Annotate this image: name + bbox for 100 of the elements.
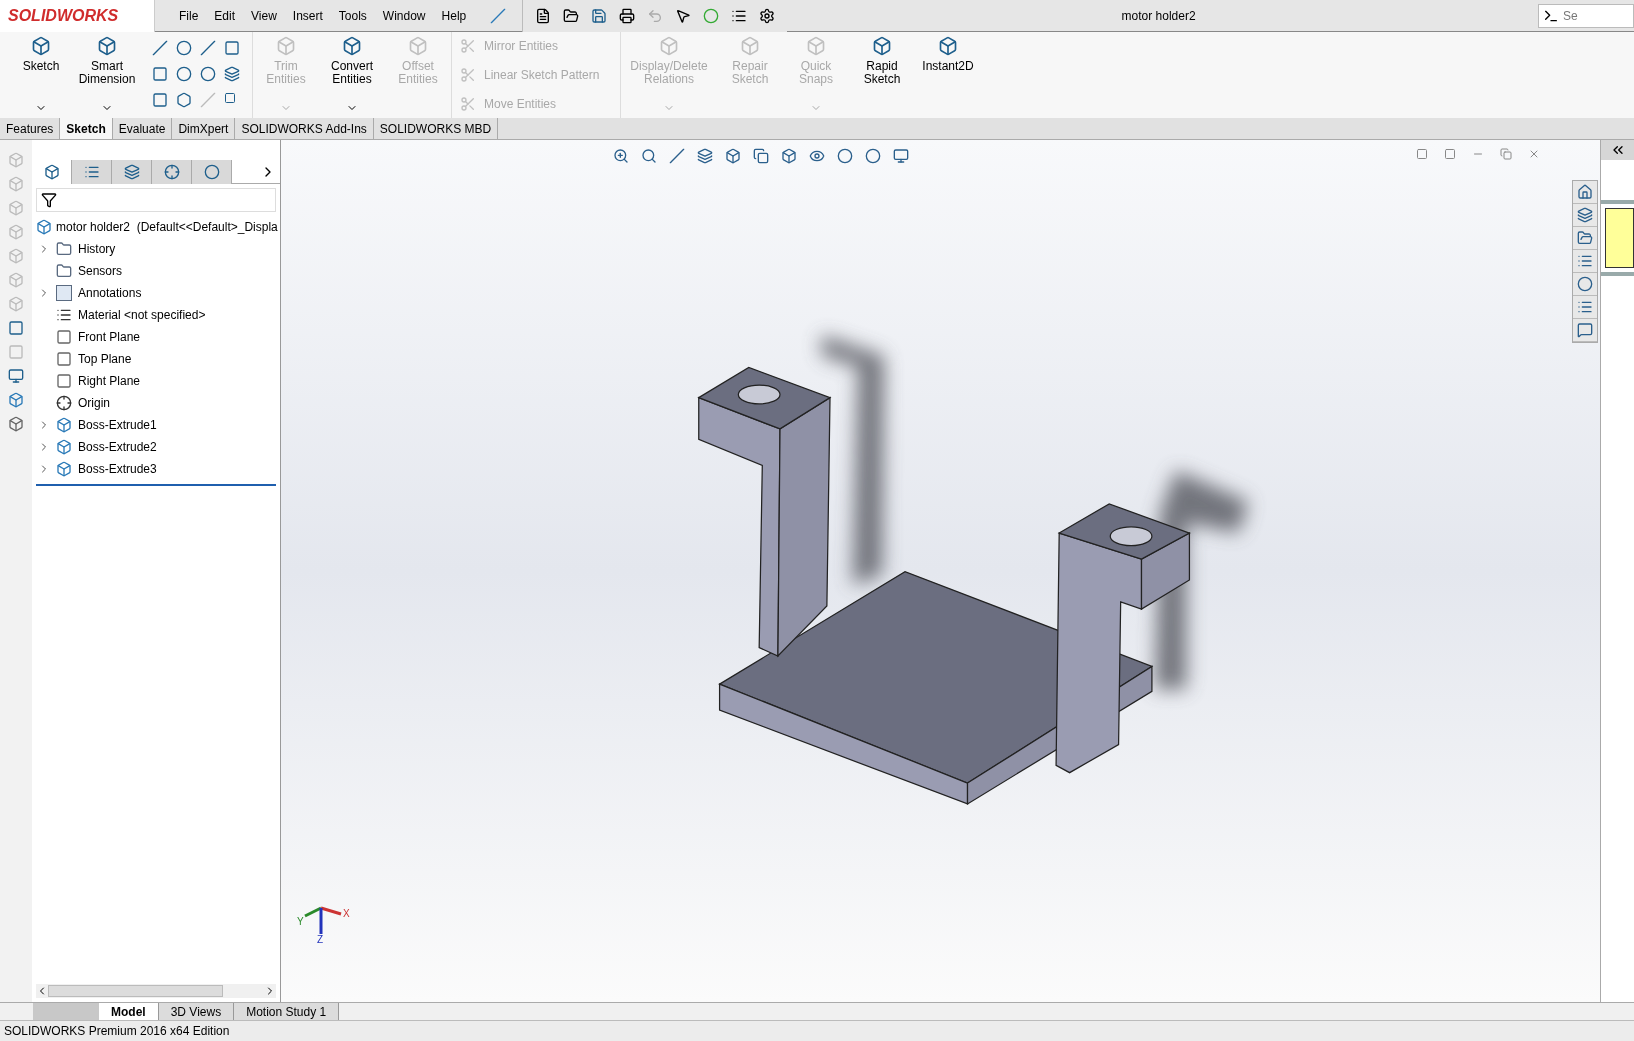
ribbon-button[interactable]: Rapid Sketch <box>849 32 915 118</box>
view-tool-icon[interactable] <box>864 148 881 164</box>
monitor-icon[interactable] <box>8 368 24 384</box>
view-tool-icon[interactable] <box>668 148 685 164</box>
sketch-icon[interactable] <box>8 320 24 336</box>
command-tab[interactable]: Sketch <box>60 118 113 139</box>
tree-item[interactable]: Annotations <box>32 282 280 304</box>
tool-icon <box>460 67 476 83</box>
view-tool-icon[interactable] <box>696 148 713 164</box>
tool-icon <box>872 36 892 56</box>
ribbon-button[interactable]: Convert Entities <box>319 32 385 118</box>
ribbon-button[interactable]: Instant2D <box>915 32 981 118</box>
rectangle-icon[interactable] <box>152 66 168 82</box>
model-tab[interactable]: Model <box>99 1003 159 1020</box>
close-icon[interactable] <box>1528 148 1540 160</box>
tool-icon <box>408 36 428 56</box>
panel-tab[interactable] <box>192 159 232 184</box>
tree-item[interactable]: Boss-Extrude1 <box>32 414 280 436</box>
menu-item[interactable]: Insert <box>292 6 323 25</box>
search-field[interactable]: Se <box>1538 3 1634 28</box>
model-tab[interactable]: Motion Study 1 <box>234 1003 340 1020</box>
panel-tab-icon <box>43 163 60 180</box>
scrollbar-thumb[interactable] <box>48 985 223 997</box>
new-document-icon[interactable] <box>535 7 552 24</box>
plane-icon <box>56 373 72 389</box>
filter-field[interactable] <box>36 188 276 212</box>
model-tab[interactable]: 3D Views <box>158 1003 235 1020</box>
app-logo: SOLIDWORKS <box>0 0 155 32</box>
menu-item[interactable]: File <box>179 6 199 25</box>
task-pane-icon <box>1577 184 1593 200</box>
tool-icon <box>460 95 476 112</box>
panel-tab[interactable] <box>72 159 112 184</box>
task-pane-icon <box>1577 276 1593 292</box>
tree-item[interactable]: Sensors <box>32 260 280 282</box>
print-icon[interactable] <box>619 7 636 24</box>
tree-item[interactable]: Right Plane <box>32 370 280 392</box>
select-pointer-icon[interactable] <box>675 7 692 24</box>
open-folder-icon[interactable] <box>563 7 580 24</box>
part-icon <box>36 219 52 235</box>
panel-tab[interactable] <box>152 159 192 184</box>
ribbon-button[interactable]: Sketch <box>8 32 74 118</box>
plane-icon <box>56 329 72 345</box>
tool-icon <box>342 36 362 56</box>
part-icon[interactable] <box>8 392 24 408</box>
ribbon-button[interactable]: Smart Dimension <box>74 32 140 118</box>
folder-icon <box>56 263 72 279</box>
view-tool-icon[interactable] <box>836 148 853 164</box>
extrude-icon <box>56 461 72 477</box>
settings-icon[interactable] <box>759 7 776 24</box>
part-icon[interactable] <box>8 416 24 432</box>
menu-item[interactable]: Edit <box>214 6 236 25</box>
folder-icon <box>56 241 72 257</box>
menu-item[interactable]: View <box>251 6 277 25</box>
view-tool-icon[interactable] <box>640 148 657 164</box>
view-tool-icon[interactable] <box>892 148 909 164</box>
extrude-icon <box>56 417 72 433</box>
filter-icon <box>41 192 57 208</box>
task-pane-icon <box>1577 253 1593 269</box>
extrude-icon <box>56 439 72 455</box>
menu-item[interactable]: Tools <box>338 6 367 25</box>
polygon-icon[interactable] <box>176 92 192 108</box>
tree-item[interactable]: Front Plane <box>32 326 280 348</box>
menu-item[interactable]: Help <box>441 6 467 25</box>
tool-icon <box>97 36 117 56</box>
tree-item[interactable]: History <box>32 238 280 260</box>
tool-icon <box>659 36 679 56</box>
task-pane-icon <box>1577 230 1593 246</box>
annotation-icon <box>56 285 72 301</box>
menu-item[interactable]: Window <box>382 6 426 25</box>
tree-item[interactable]: Top Plane <box>32 348 280 370</box>
window-title: motor holder2 <box>1121 7 1196 25</box>
panel-tab[interactable] <box>112 159 152 184</box>
axis-label: Z <box>317 933 324 947</box>
tool-icon <box>806 36 826 56</box>
task-pane-icon <box>1577 322 1593 338</box>
line-icon[interactable] <box>152 40 168 56</box>
panel-tab-icon <box>203 163 220 180</box>
view-tool-icon[interactable] <box>808 148 825 164</box>
circle-icon[interactable] <box>176 40 192 56</box>
status-text: SOLIDWORKS Premium 2016 x64 Edition <box>4 1023 230 1040</box>
view-tool-icon[interactable] <box>780 148 797 164</box>
tree-item[interactable]: Boss-Extrude2 <box>32 436 280 458</box>
view-tool-icon[interactable] <box>724 148 741 164</box>
tree-item[interactable]: Material <not specified> <box>32 304 280 326</box>
horizontal-scrollbar[interactable] <box>36 984 276 998</box>
panel-tab-icon <box>163 163 180 180</box>
view-tool-icon[interactable] <box>612 148 629 164</box>
tree-root[interactable]: motor holder2 (Default<<Default>_Displa <box>56 218 278 236</box>
preview-panel <box>1605 208 1634 268</box>
tree-item[interactable]: Boss-Extrude3 <box>32 458 280 480</box>
tool-icon <box>276 36 296 56</box>
save-icon[interactable] <box>591 7 608 24</box>
axis-label: Y <box>297 915 304 929</box>
tree-item[interactable]: Origin <box>32 392 280 414</box>
tool-icon <box>740 36 760 56</box>
origin-icon <box>56 395 72 411</box>
view-tool-icon[interactable] <box>752 148 769 164</box>
plane-icon <box>56 351 72 367</box>
collapse-button[interactable] <box>1601 140 1634 160</box>
tool-icon <box>938 36 958 56</box>
